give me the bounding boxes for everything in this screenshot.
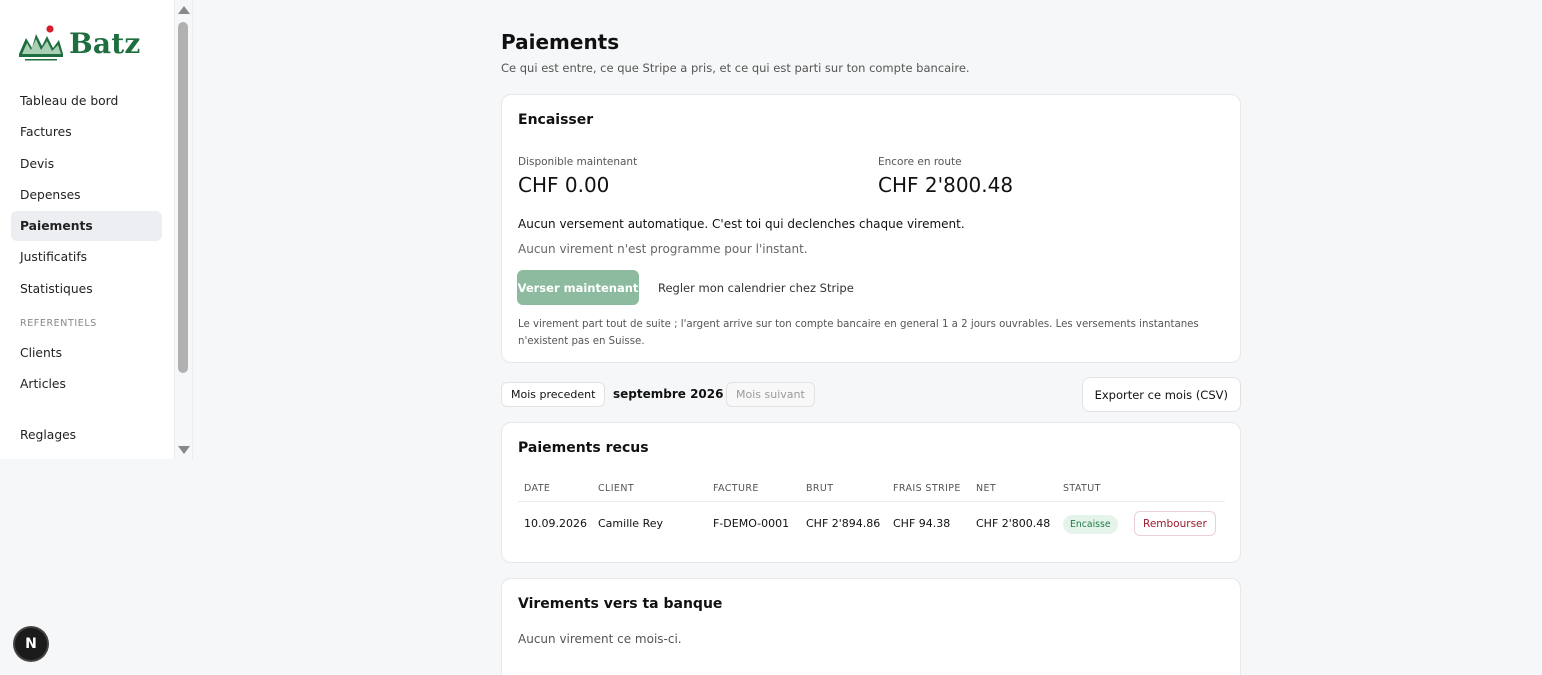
dev-tools-badge[interactable]: N: [15, 628, 47, 660]
sidebar-item-statistiques[interactable]: Statistiques: [11, 274, 162, 304]
col-brut: BRUT: [806, 483, 834, 494]
col-date: DATE: [524, 483, 551, 494]
next-month-button[interactable]: Mois suivant: [726, 382, 815, 407]
col-frais: FRAIS STRIPE: [893, 483, 961, 494]
brand-name: Batz: [69, 26, 141, 60]
col-net: NET: [976, 483, 997, 494]
payout-info-sub: Aucun virement n'est programme pour l'in…: [518, 242, 808, 256]
cell-net: CHF 2'800.48: [976, 517, 1051, 530]
table-row: 10.09.2026 Camille Rey F-DEMO-0001 CHF 2…: [518, 502, 1225, 547]
cell-date: 10.09.2026: [524, 517, 587, 530]
sidebar: Batz Tableau de bord Factures Devis Depe…: [0, 0, 175, 459]
transfers-empty: Aucun virement ce mois-ci.: [518, 632, 682, 646]
sidebar-item-paiements[interactable]: Paiements: [11, 211, 162, 242]
brand-logo[interactable]: Batz: [19, 24, 140, 62]
available-value: CHF 0.00: [518, 173, 610, 197]
sidebar-nav: Tableau de bord Factures Devis Depenses …: [11, 86, 162, 452]
sidebar-item-clients[interactable]: Clients: [11, 338, 162, 368]
payments-table: DATE CLIENT FACTURE BRUT FRAIS STRIPE NE…: [518, 476, 1225, 547]
transfers-title: Virements vers ta banque: [518, 596, 723, 612]
page-title: Paiements: [501, 30, 620, 54]
payout-note: Le virement part tout de suite ; l'argen…: [518, 319, 1199, 347]
mountain-logo-icon: [19, 25, 63, 61]
available-label: Disponible maintenant: [518, 156, 638, 168]
col-facture: FACTURE: [713, 483, 759, 494]
table-header: DATE CLIENT FACTURE BRUT FRAIS STRIPE NE…: [518, 476, 1225, 502]
page-subtitle: Ce qui est entre, ce que Stripe a pris, …: [501, 61, 970, 75]
sidebar-item-depenses[interactable]: Depenses: [11, 180, 162, 210]
pending-label: Encore en route: [878, 156, 962, 168]
scroll-thumb[interactable]: [178, 22, 188, 373]
encaisser-title: Encaisser: [518, 112, 594, 128]
current-month: septembre 2026: [613, 387, 724, 401]
sidebar-divider: [192, 0, 193, 459]
payout-now-button[interactable]: Verser maintenant: [517, 270, 639, 305]
scroll-up-icon[interactable]: [178, 6, 190, 14]
sidebar-item-devis[interactable]: Devis: [11, 149, 162, 179]
col-client: CLIENT: [598, 483, 635, 494]
pending-value: CHF 2'800.48: [878, 173, 1014, 197]
sidebar-item-justificatifs[interactable]: Justificatifs: [11, 242, 162, 272]
cell-brut: CHF 2'894.86: [806, 517, 881, 530]
col-statut: STATUT: [1063, 483, 1101, 494]
prev-month-button[interactable]: Mois precedent: [501, 382, 606, 407]
stripe-schedule-link[interactable]: Regler mon calendrier chez Stripe: [658, 281, 854, 295]
cell-client: Camille Rey: [598, 517, 663, 530]
transfers-card: Virements vers ta banque Aucun virement …: [501, 578, 1241, 675]
export-csv-button[interactable]: Exporter ce mois (CSV): [1081, 377, 1241, 412]
refund-button[interactable]: Rembourser: [1134, 511, 1216, 536]
sidebar-item-articles[interactable]: Articles: [11, 369, 162, 399]
cell-facture: F-DEMO-0001: [713, 517, 790, 530]
payments-title: Paiements recus: [518, 440, 649, 456]
sidebar-section-label: REFERENTIELS: [20, 317, 97, 329]
encaisser-card: Encaisser Disponible maintenant CHF 0.00…: [501, 94, 1241, 363]
payout-info: Aucun versement automatique. C'est toi q…: [518, 217, 965, 231]
sidebar-scrollbar[interactable]: [175, 0, 193, 459]
sidebar-item-factures[interactable]: Factures: [11, 117, 162, 147]
main-content: Paiements Ce qui est entre, ce que Strip…: [501, 30, 1241, 675]
status-badge: Encaisse: [1063, 515, 1118, 534]
month-navigation: Mois precedent septembre 2026 Mois suiva…: [501, 377, 1241, 412]
sidebar-item-tableau-de-bord[interactable]: Tableau de bord: [11, 86, 162, 116]
payments-card: Paiements recus DATE CLIENT FACTURE BRUT…: [501, 422, 1241, 563]
cell-frais: CHF 94.38: [893, 517, 951, 530]
scroll-down-icon[interactable]: [178, 446, 190, 454]
sidebar-item-reglages[interactable]: Reglages: [11, 420, 162, 450]
